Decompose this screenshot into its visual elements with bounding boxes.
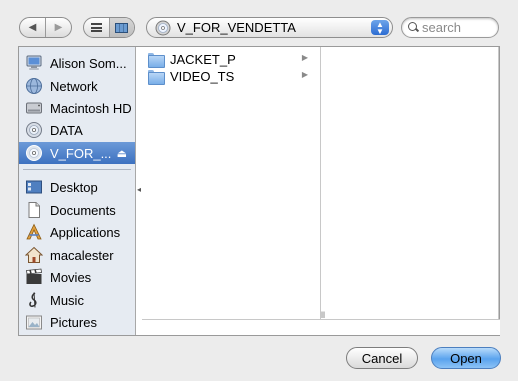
dvd-disc-icon [155, 20, 171, 35]
toolbar: ◀ ▶ V_FOR_VENDETTA ▲ ▼ [0, 0, 518, 44]
sidebar-item-label: Network [50, 78, 98, 94]
sidebar-item-label: Macintosh HD [50, 100, 132, 116]
column-view-icon[interactable] [108, 18, 134, 37]
sidebar-item-label: Music [50, 292, 84, 308]
sidebar-item-label: macalester [50, 247, 114, 263]
sidebar-item-macintosh-hd[interactable]: Macintosh HD [19, 97, 135, 119]
sidebar-item-label: Documents [50, 202, 116, 218]
list-view-icon[interactable] [84, 18, 109, 37]
sidebar-item-label: Applications [50, 224, 121, 240]
eject-icon[interactable]: ⏏ [117, 147, 127, 160]
location-popup[interactable]: V_FOR_VENDETTA ▲ ▼ [146, 17, 393, 38]
applications-icon [26, 223, 42, 240]
sidebar-item-label: DATA [50, 122, 83, 138]
pictures-icon [26, 315, 42, 330]
search-field[interactable] [401, 17, 499, 38]
horizontal-scrollbar[interactable] [142, 319, 500, 335]
sidebar-item-v-for-vendetta[interactable]: V_FOR_... ⏏ [19, 142, 135, 164]
sidebar-item-data[interactable]: DATA [19, 119, 135, 141]
disc-icon [26, 122, 42, 138]
sidebar-item-movies[interactable]: Movies [19, 266, 135, 288]
hard-drive-icon [26, 102, 42, 114]
sidebar-item-applications[interactable]: Applications [19, 221, 135, 243]
disclosure-arrow-icon: ▶ [301, 70, 308, 79]
browser-column-1: JACKET_P ▶ VIDEO_TS ▶ [142, 47, 321, 335]
folder-name: JACKET_P [170, 51, 236, 67]
sidebar-item-label: Desktop [50, 179, 98, 195]
back-arrow-icon[interactable]: ◀ [20, 18, 45, 37]
file-browser: Alison Som... Network Macintosh HD DATA … [18, 46, 500, 336]
sidebar-item-label: Alison Som... [50, 55, 127, 71]
sidebar-item-macalester[interactable]: macalester [19, 244, 135, 266]
sidebar-item-label: Movies [50, 269, 92, 285]
movies-icon [26, 268, 42, 284]
view-mode-control [83, 17, 135, 38]
folder-icon [148, 69, 165, 85]
forward-arrow-icon[interactable]: ▶ [45, 18, 71, 37]
sidebar-item-network[interactable]: Network [19, 75, 135, 97]
network-globe-icon [26, 78, 42, 94]
popup-arrows-icon[interactable]: ▲ ▼ [371, 20, 389, 35]
sidebar-item-label: Pictures [50, 314, 97, 330]
folder-name: VIDEO_TS [170, 68, 235, 84]
folder-icon [148, 52, 165, 68]
documents-icon [28, 202, 40, 218]
folder-row-video-ts[interactable]: VIDEO_TS ▶ [142, 68, 320, 85]
cancel-button[interactable]: Cancel [346, 347, 418, 369]
sidebar-divider [23, 169, 131, 170]
search-input[interactable] [422, 20, 498, 35]
disclosure-arrow-icon: ▶ [301, 53, 308, 62]
sidebar: Alison Som... Network Macintosh HD DATA … [19, 47, 136, 335]
folder-row-jacket-p[interactable]: JACKET_P ▶ [142, 51, 320, 68]
music-icon [29, 292, 37, 308]
sidebar-item-documents[interactable]: Documents [19, 199, 135, 221]
sidebar-item-desktop[interactable]: Desktop [19, 176, 135, 198]
back-forward-control: ◀ ▶ [19, 17, 72, 38]
open-button[interactable]: Open [431, 347, 501, 369]
sidebar-item-pictures[interactable]: Pictures [19, 311, 135, 333]
desktop-icon [26, 180, 42, 194]
browser-column-2 [323, 47, 499, 319]
sidebar-item-computer[interactable]: Alison Som... [19, 52, 135, 74]
computer-icon [26, 55, 42, 70]
dvd-disc-icon [26, 145, 42, 161]
search-icon [408, 22, 418, 33]
sidebar-item-label: V_FOR_... [50, 145, 112, 161]
sidebar-item-music[interactable]: Music [19, 289, 135, 311]
home-icon [25, 246, 43, 263]
location-label: V_FOR_VENDETTA [177, 20, 296, 35]
